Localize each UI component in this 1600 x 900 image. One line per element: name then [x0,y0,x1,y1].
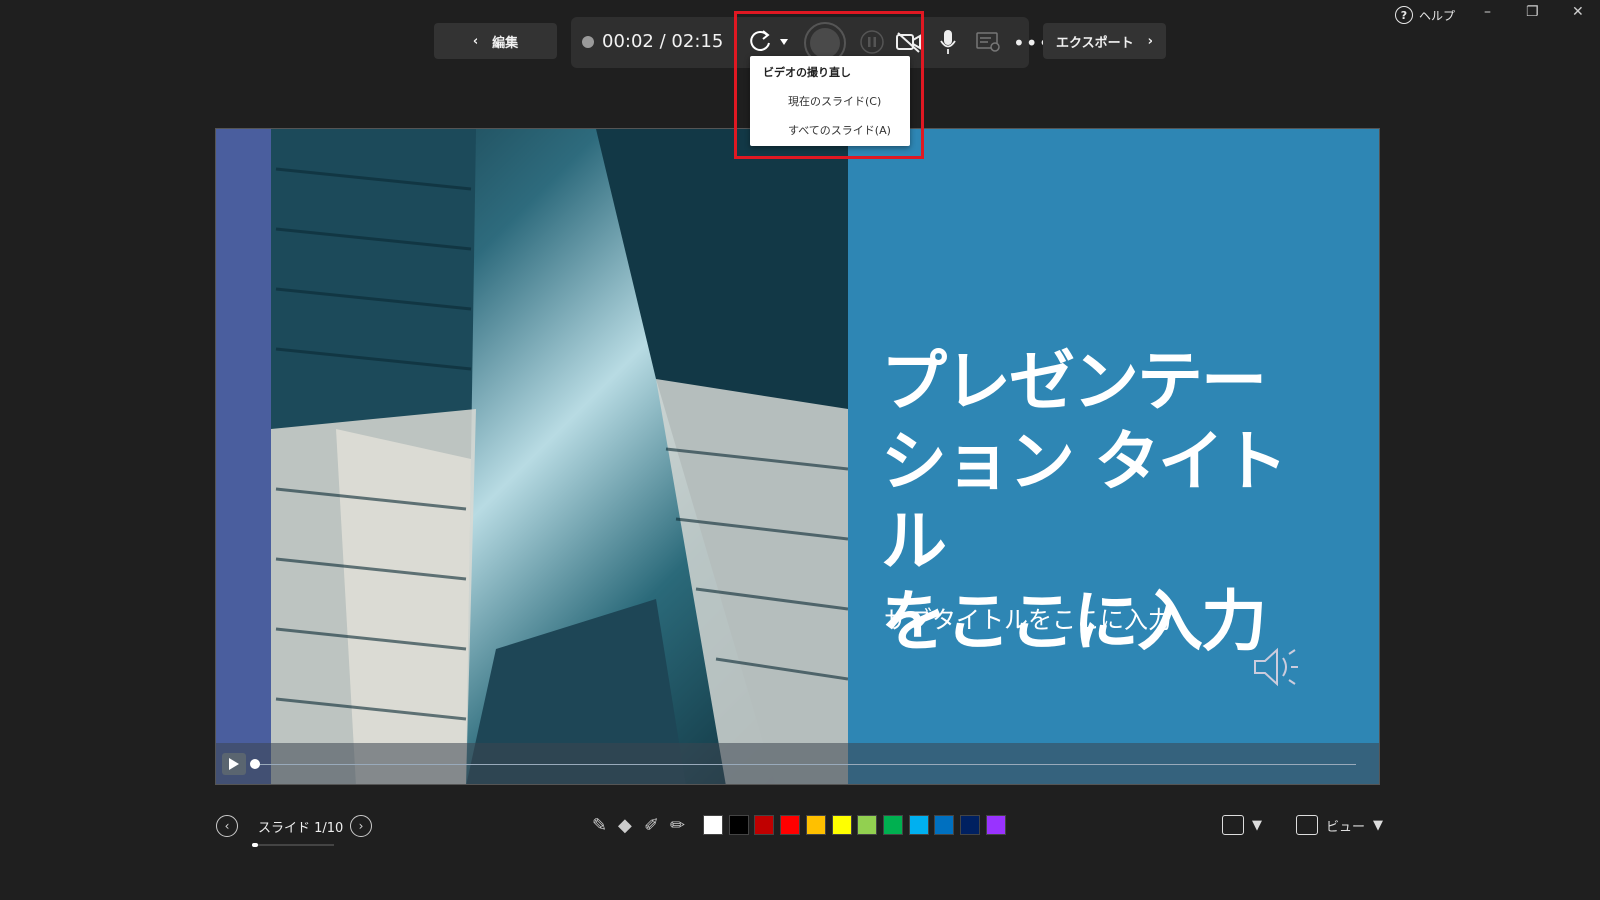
audio-button[interactable] [1251,644,1301,694]
color-swatch[interactable] [960,815,980,835]
help-button[interactable]: ? ヘルプ [1395,6,1455,24]
playback-bar [216,743,1379,784]
color-swatch[interactable] [934,815,955,835]
edit-label: 編集 [492,35,519,51]
color-swatch[interactable] [985,815,1006,835]
color-swatch[interactable] [882,815,903,835]
chevron-down-icon: ▼ [1373,817,1384,833]
color-swatch[interactable] [857,815,878,835]
view-icon [1296,815,1318,835]
view-button[interactable]: ビュー ▼ [1296,815,1383,835]
chevron-down-icon: ▼ [1252,817,1262,833]
seek-handle[interactable] [250,759,260,769]
slide-subtitle: サブタイトルをここに入力 [884,606,1172,634]
mic-icon [940,30,956,54]
color-swatch[interactable] [805,815,826,835]
prev-slide-button[interactable]: ‹ [216,815,238,837]
next-slide-button[interactable]: › [350,815,372,837]
pen-icon: ✎ [592,815,608,836]
color-swatch[interactable] [703,815,723,835]
pen-tool[interactable]: ✎ [592,815,607,836]
edit-button[interactable]: ‹ 編集 [434,23,557,59]
camera-layout-icon [1222,815,1244,835]
next-slide-icon: › [358,819,364,833]
eraser-icon: ✐ [644,815,660,836]
help-label: ヘルプ [1419,8,1456,23]
highlighter-icon: ✏ [670,815,686,836]
slide-counter: スライド 1/10 [258,821,344,836]
help-icon: ? [1395,6,1413,24]
time-separator: / [659,31,666,52]
camera-layout-button[interactable]: ▼ [1222,815,1262,835]
slide-title-line: ション タイトル [881,423,1288,580]
slide-photo [216,129,848,784]
close-button[interactable]: ✕ [1572,4,1584,20]
slide-preview: プレゼンテー ション タイトル をここに入力 サブタイトルをここに入力 [215,128,1380,785]
highlight-box [734,11,924,159]
color-swatch[interactable] [754,815,775,835]
color-swatch[interactable] [908,815,929,835]
recording-status-dot [582,35,594,48]
speaker-icon [1254,647,1298,687]
prev-slide-icon: ‹ [224,819,230,833]
recording-timer: 00:02 / 02:15 [582,31,723,52]
back-chevron-icon: ‹ [472,33,479,49]
eraser-tool[interactable]: ◆ [618,815,632,836]
play-button[interactable] [222,753,246,775]
play-icon [229,758,239,770]
time-total: 02:15 [671,31,724,52]
teleprompter-button[interactable] [975,30,1001,58]
restore-button[interactable]: ❐ [1526,4,1539,20]
color-swatch[interactable] [831,815,852,835]
color-swatch[interactable] [728,815,749,835]
export-button[interactable]: エクスポート › [1043,23,1166,59]
color-swatch[interactable] [780,815,801,835]
highlighter-tool[interactable]: ✏ [670,815,685,836]
mic-toggle[interactable] [938,28,958,60]
slide-title-line: プレゼンテー [881,343,1267,420]
slide-progress [252,843,334,847]
time-current: 00:02 [602,31,654,52]
minimize-button[interactable]: – [1484,4,1491,20]
buildings-image [216,129,848,784]
clear-ink-tool[interactable]: ✐ [644,815,659,836]
teleprompter-icon [976,32,1000,52]
view-label: ビュー [1326,819,1366,835]
eraser-icon: ◆ [618,815,632,836]
seek-track[interactable] [256,764,1356,765]
forward-chevron-icon: › [1147,33,1153,49]
export-label: エクスポート [1056,35,1134,51]
